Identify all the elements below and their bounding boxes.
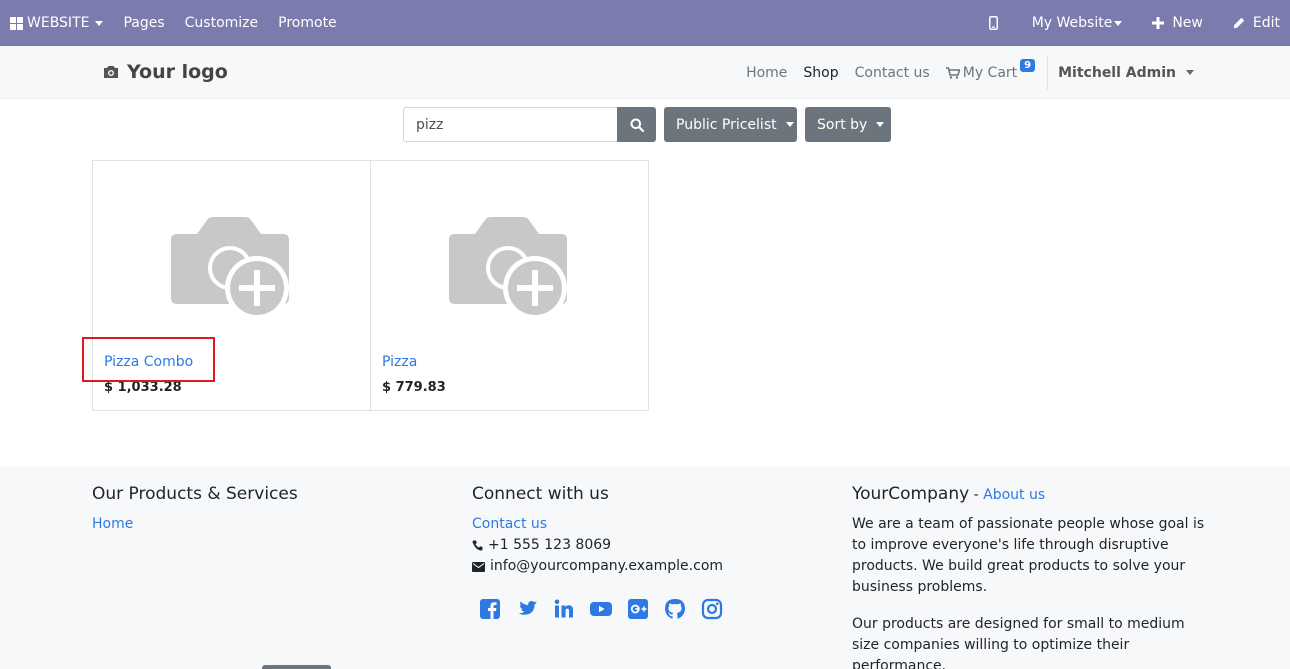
footer-email-text: info@yourcompany.example.com xyxy=(490,558,724,574)
edit-label: Edit xyxy=(1252,15,1280,31)
social-links xyxy=(478,597,737,621)
google-plus-icon[interactable] xyxy=(626,597,650,621)
pricelist-dropdown[interactable]: Public Pricelist xyxy=(664,107,797,142)
plus-icon xyxy=(1152,17,1165,29)
footer-phone-text: +1 555 123 8069 xyxy=(488,537,612,553)
search-icon xyxy=(630,118,644,132)
footer-contact-link[interactable]: Contact us xyxy=(472,514,737,535)
website-selector[interactable]: My Website xyxy=(1022,0,1143,46)
apps-menu-button[interactable]: WEBSITE xyxy=(0,0,113,46)
new-label: New xyxy=(1172,15,1203,31)
instagram-icon[interactable] xyxy=(700,597,724,621)
linkedin-icon[interactable] xyxy=(552,597,576,621)
menu-promote[interactable]: Promote xyxy=(268,0,347,46)
footer-connect-column: Connect with us Contact us +1 555 123 80… xyxy=(472,484,737,621)
chevron-down-icon xyxy=(876,122,885,127)
cart-label: My Cart xyxy=(962,64,1018,81)
envelope-icon xyxy=(472,561,485,572)
chevron-down-icon xyxy=(1186,70,1194,75)
user-menu[interactable]: Mitchell Admin xyxy=(1047,55,1290,90)
product-price: $ 779.83 xyxy=(382,380,446,395)
menu-pages[interactable]: Pages xyxy=(113,0,174,46)
search-input[interactable] xyxy=(403,107,618,142)
footer-company-column: YourCompany - About us We are a team of … xyxy=(852,484,1212,669)
edit-button[interactable]: Edit xyxy=(1217,0,1290,46)
sort-label: Sort by xyxy=(817,116,868,133)
company-description-2: Our products are designed for small to m… xyxy=(852,616,1185,669)
user-name: Mitchell Admin xyxy=(1058,64,1176,81)
product-card[interactable]: Pizza Combo $ 1,033.28 xyxy=(92,160,371,411)
about-us-link[interactable]: About us xyxy=(983,487,1045,503)
pricelist-label: Public Pricelist xyxy=(676,116,777,133)
admin-top-bar: WEBSITE Pages Customize Promote My Websi… xyxy=(0,0,1290,46)
chevron-down-icon xyxy=(95,20,104,26)
nav-my-cart[interactable]: My Cart 9 xyxy=(938,59,1043,81)
product-search xyxy=(403,107,656,142)
footer-link-home[interactable]: Home xyxy=(92,514,298,535)
placeholder-image-icon xyxy=(171,217,289,320)
site-footer: Our Products & Services Home Connect wit… xyxy=(0,467,1290,669)
footer-connect-title: Connect with us xyxy=(472,484,609,504)
menu-customize[interactable]: Customize xyxy=(175,0,269,46)
mobile-preview-button[interactable] xyxy=(979,0,1022,46)
youtube-icon[interactable] xyxy=(589,597,613,621)
app-label: WEBSITE xyxy=(27,15,90,31)
placeholder-image-icon xyxy=(449,217,567,320)
mobile-icon xyxy=(988,16,998,30)
footer-products-title: Our Products & Services xyxy=(92,484,298,504)
apps-grid-icon xyxy=(10,16,23,30)
nav-home[interactable]: Home xyxy=(738,65,795,81)
website-selector-label: My Website xyxy=(1031,15,1113,31)
product-name-link[interactable]: Pizza Combo xyxy=(104,354,193,370)
product-price: $ 1,033.28 xyxy=(104,380,182,395)
website-header: Your logo Home Shop Contact us My Cart 9… xyxy=(0,46,1290,99)
company-description: We are a team of passionate people whose… xyxy=(852,516,1205,595)
twitter-icon[interactable] xyxy=(515,597,539,621)
product-card[interactable]: Pizza $ 779.83 xyxy=(370,160,649,411)
title-separator: - xyxy=(969,487,984,503)
phone-icon xyxy=(472,540,483,551)
footer-phone: +1 555 123 8069 xyxy=(472,535,737,556)
new-button[interactable]: New xyxy=(1142,0,1217,46)
search-button[interactable] xyxy=(617,107,656,142)
company-name: YourCompany xyxy=(852,484,970,504)
nav-contact-us[interactable]: Contact us xyxy=(847,65,938,81)
cart-count-badge: 9 xyxy=(1020,59,1036,72)
main-nav: Home Shop Contact us My Cart 9 Mitchell … xyxy=(738,46,1290,99)
sort-dropdown[interactable]: Sort by xyxy=(805,107,891,142)
pencil-icon xyxy=(1233,17,1245,29)
logo-text: Your logo xyxy=(127,61,228,83)
nav-shop[interactable]: Shop xyxy=(795,65,846,81)
footer-company-title: YourCompany - About us xyxy=(852,484,1212,504)
chevron-down-icon xyxy=(785,122,794,127)
github-icon[interactable] xyxy=(663,597,687,621)
chevron-down-icon xyxy=(1114,20,1123,26)
footer-email: info@yourcompany.example.com xyxy=(472,556,737,577)
scroll-to-top-tab[interactable] xyxy=(262,665,331,669)
product-name-link[interactable]: Pizza xyxy=(382,354,417,370)
shopping-cart-icon xyxy=(945,66,960,79)
camera-icon xyxy=(104,66,118,78)
facebook-icon[interactable] xyxy=(478,597,502,621)
site-logo[interactable]: Your logo xyxy=(102,61,228,83)
footer-products-column: Our Products & Services Home xyxy=(92,484,298,535)
